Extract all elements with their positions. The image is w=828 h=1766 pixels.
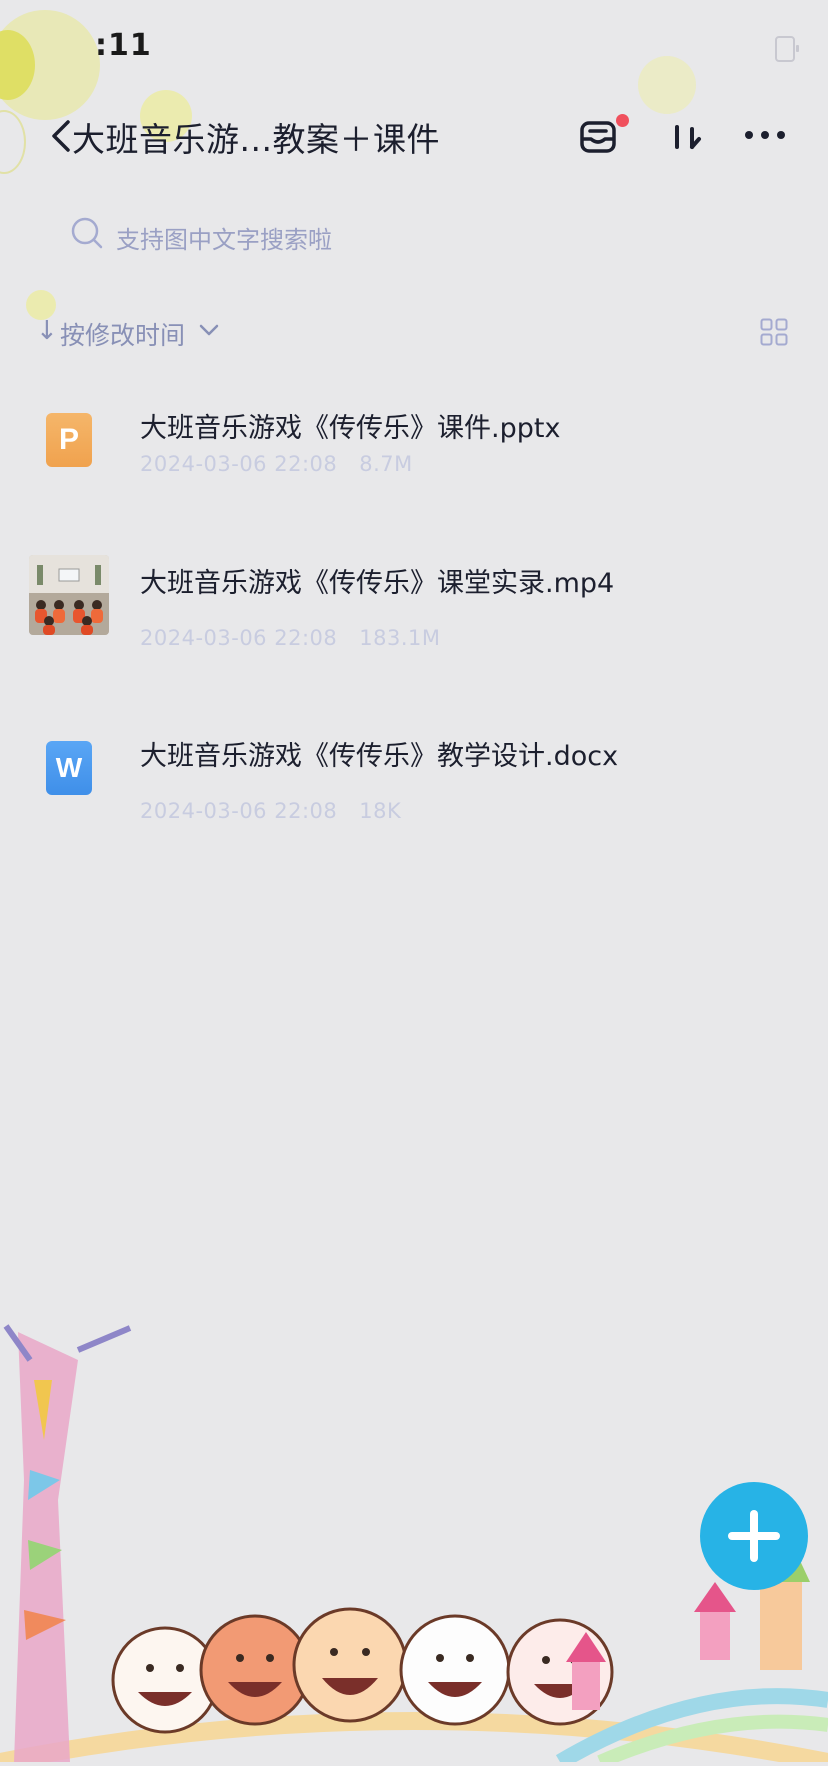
add-button[interactable] xyxy=(700,1482,808,1590)
search-icon[interactable] xyxy=(70,216,104,250)
plus-icon-stroke xyxy=(750,1510,758,1562)
decor-blob xyxy=(638,56,696,114)
page-title: 大班音乐游...教案＋课件 xyxy=(72,120,440,159)
file-row[interactable]: W 大班音乐游戏《传传乐》教学设计.docx 2024-03-06 22:08 1… xyxy=(0,698,828,838)
file-meta: 2024-03-06 22:08 18K xyxy=(140,799,423,823)
file-date: 2024-03-06 22:08 xyxy=(140,452,338,476)
transfer-icon[interactable] xyxy=(664,110,708,160)
inbox-icon[interactable] xyxy=(576,110,629,160)
file-date: 2024-03-06 22:08 xyxy=(140,626,338,650)
file-row[interactable]: 大班音乐游戏《传传乐》课堂实录.mp4 2024-03-06 22:08 183.… xyxy=(0,525,828,665)
notification-dot xyxy=(616,114,629,127)
grid-view-icon[interactable] xyxy=(760,318,788,346)
file-size: 8.7M xyxy=(359,452,413,476)
back-icon[interactable] xyxy=(48,116,74,156)
file-name: 大班音乐游戏《传传乐》课件.pptx xyxy=(140,413,561,444)
status-time: :11 xyxy=(95,28,152,63)
file-date: 2024-03-06 22:08 xyxy=(140,799,338,823)
decor-blob xyxy=(0,110,26,174)
search-input[interactable]: 支持图中文字搜索啦 xyxy=(116,220,332,255)
file-size: 183.1M xyxy=(359,626,441,650)
more-icon[interactable] xyxy=(740,110,790,160)
file-meta: 2024-03-06 22:08 183.1M xyxy=(140,626,463,650)
file-row[interactable]: P 大班音乐游戏《传传乐》课件.pptx 2024-03-06 22:08 8.7… xyxy=(0,370,828,510)
battery-icon xyxy=(775,36,799,62)
file-name: 大班音乐游戏《传传乐》课堂实录.mp4 xyxy=(140,568,615,599)
file-name: 大班音乐游戏《传传乐》教学设计.docx xyxy=(140,741,619,772)
chevron-down-icon[interactable] xyxy=(198,322,220,338)
sort-label[interactable]: 按修改时间 xyxy=(60,316,185,352)
file-size: 18K xyxy=(359,799,402,823)
sort-direction-icon[interactable]: ↓ xyxy=(36,316,58,346)
ppt-icon: P xyxy=(46,413,92,467)
file-meta: 2024-03-06 22:08 8.7M xyxy=(140,452,435,476)
video-thumbnail xyxy=(29,555,109,635)
word-icon: W xyxy=(46,741,92,795)
